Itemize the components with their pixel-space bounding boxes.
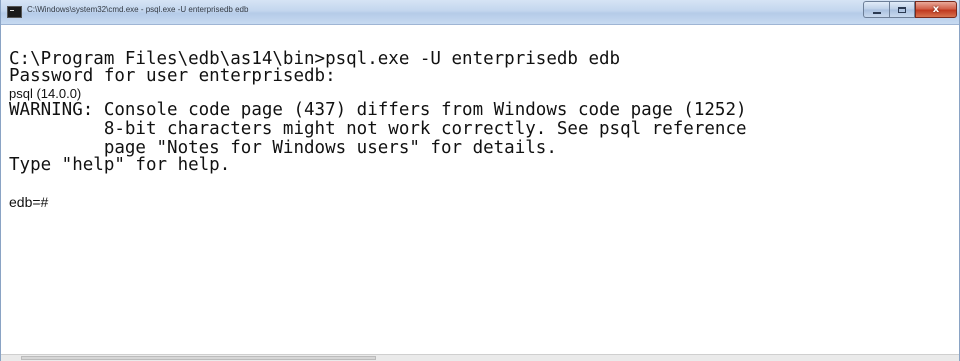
console-line: WARNING: Console code page (437) differs…: [9, 100, 747, 120]
close-button[interactable]: x: [915, 1, 957, 18]
minimize-button[interactable]: [863, 1, 889, 18]
title-bar[interactable]: C:\Windows\system32\cmd.exe - psql.exe -…: [1, 0, 959, 25]
console-line: Type "help" for help.: [9, 155, 231, 175]
maximize-icon: [898, 6, 906, 13]
console-prompt[interactable]: edb=#: [9, 195, 48, 209]
cmd-window: C:\Windows\system32\cmd.exe - psql.exe -…: [0, 0, 960, 361]
horizontal-scrollbar[interactable]: [1, 354, 959, 361]
minimize-icon: [872, 11, 881, 14]
scrollbar-thumb[interactable]: [21, 356, 376, 360]
console-output[interactable]: C:\Program Files\edb\as14\bin>psql.exe -…: [9, 47, 949, 347]
close-icon: x: [932, 4, 940, 15]
console-line: psql (14.0.0): [9, 86, 82, 101]
console-line: 8-bit characters might not work correctl…: [9, 119, 747, 139]
cmd-icon[interactable]: [7, 6, 22, 18]
window-controls: x: [863, 1, 957, 19]
maximize-button[interactable]: [889, 1, 915, 18]
console-line: Password for user enterprisedb:: [9, 66, 336, 86]
window-title: C:\Windows\system32\cmd.exe - psql.exe -…: [27, 5, 249, 14]
